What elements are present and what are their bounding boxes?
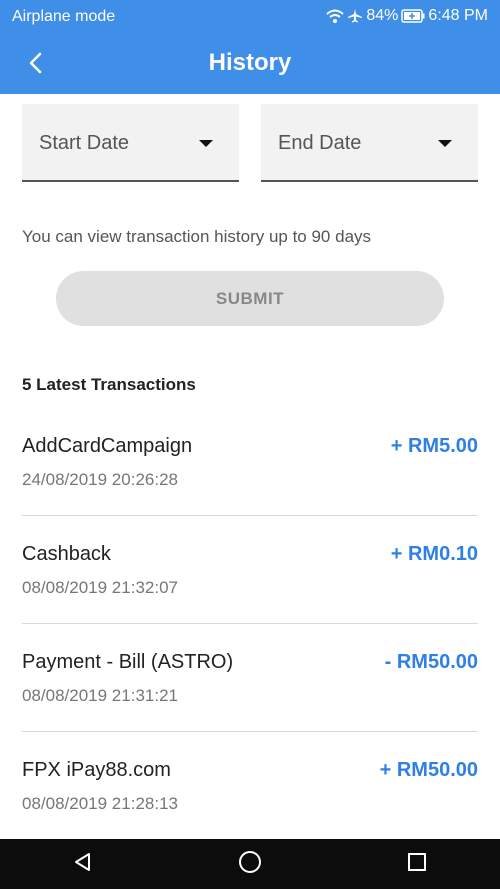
home-circle-icon — [238, 850, 262, 879]
transaction-date: 24/08/2019 20:26:28 — [22, 470, 178, 489]
status-bar: Airplane mode 84% 6:48 PM — [0, 0, 500, 34]
dropdown-arrow-icon — [199, 140, 213, 147]
nav-back-button[interactable] — [63, 844, 103, 884]
wifi-icon — [326, 8, 345, 24]
airplane-mode-text: Airplane mode — [12, 8, 116, 25]
start-date-label: Start Date — [39, 132, 130, 154]
transaction-date: 08/08/2019 21:32:07 — [22, 578, 178, 597]
transaction-amount: + RM5.00 — [390, 435, 478, 457]
transaction-name: AddCardCampaign — [22, 435, 193, 457]
transaction-item[interactable]: Cashback 08/08/2019 21:32:07 + RM0.10 — [22, 516, 478, 624]
transaction-item[interactable]: AddCardCampaign 24/08/2019 20:26:28 + RM… — [22, 408, 478, 516]
transaction-amount: + RM50.00 — [379, 759, 478, 781]
recents-square-icon — [406, 851, 428, 878]
transaction-name: FPX iPay88.com — [22, 759, 171, 781]
battery-icon — [401, 9, 425, 23]
airplane-icon — [347, 8, 363, 24]
transaction-name: Payment - Bill (ASTRO) — [22, 651, 234, 673]
dropdown-arrow-icon — [438, 140, 452, 147]
submit-button[interactable]: SUBMIT — [56, 271, 444, 326]
nav-home-button[interactable] — [230, 844, 270, 884]
start-date-dropdown[interactable]: Start Date — [22, 104, 239, 182]
transaction-amount: + RM0.10 — [390, 543, 478, 565]
clock-time: 6:48 PM — [428, 7, 488, 24]
transaction-list: AddCardCampaign 24/08/2019 20:26:28 + RM… — [0, 408, 500, 840]
transaction-item[interactable]: Payment - Bill (ASTRO) 08/08/2019 21:31:… — [22, 624, 478, 732]
nav-recents-button[interactable] — [397, 844, 437, 884]
back-triangle-icon — [72, 851, 94, 878]
transaction-date: 08/08/2019 21:28:13 — [22, 794, 178, 813]
transaction-amount: - RM50.00 — [384, 651, 478, 673]
latest-transactions-heading: 5 Latest Transactions — [22, 375, 196, 394]
transaction-name: Cashback — [22, 543, 111, 565]
end-date-dropdown[interactable]: End Date — [261, 104, 478, 182]
transaction-date: 08/08/2019 21:31:21 — [22, 686, 178, 705]
transaction-item[interactable]: FPX iPay88.com 08/08/2019 21:28:13 + RM5… — [22, 732, 478, 840]
end-date-label: End Date — [278, 132, 362, 154]
battery-percent: 84% — [366, 7, 399, 24]
system-nav-bar — [0, 839, 500, 889]
history-limit-note: You can view transaction history up to 9… — [22, 227, 372, 246]
app-bar: History — [0, 34, 500, 94]
page-title: History — [208, 49, 292, 76]
status-indicators: 84% 6:48 PM — [326, 7, 488, 25]
